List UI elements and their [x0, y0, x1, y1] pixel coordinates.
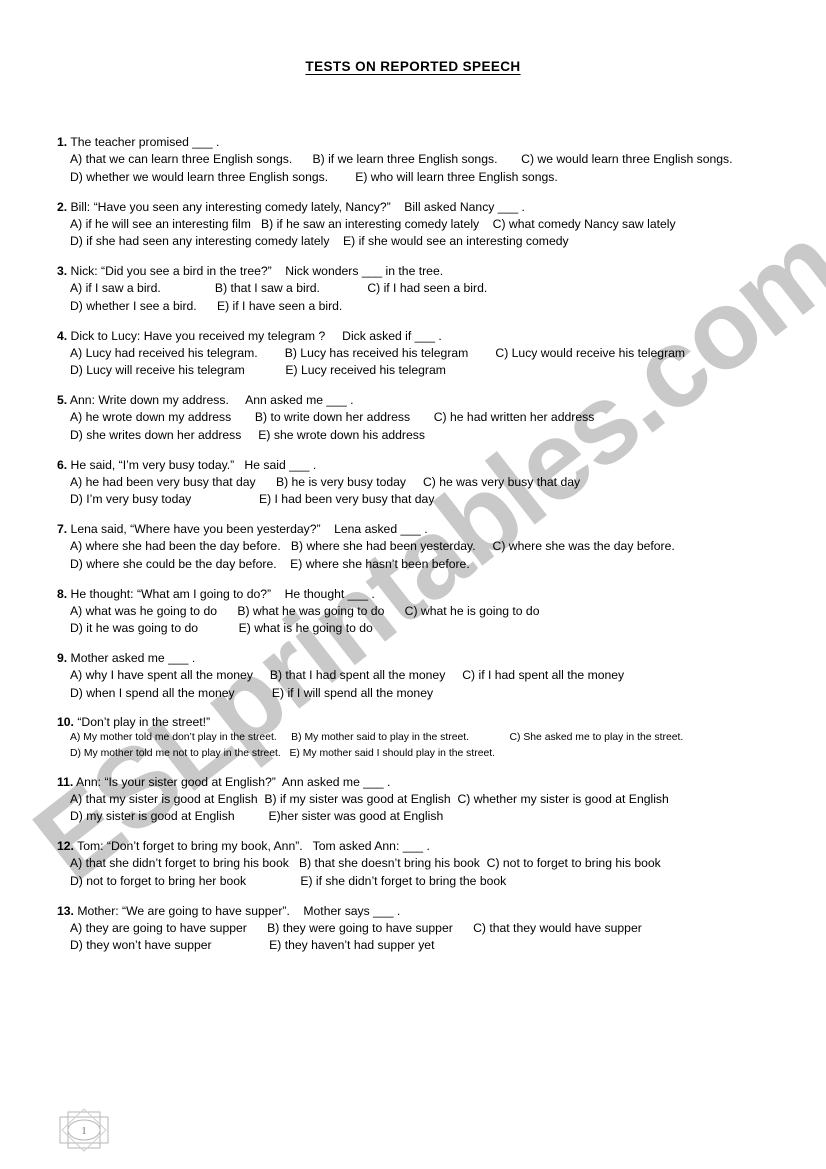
option-line[interactable]: D) it he was going to do E) what is he g… [70, 620, 787, 638]
option-line[interactable]: A) they are going to have supper B) they… [70, 920, 787, 938]
page-number-text: 1 [81, 1125, 87, 1137]
question-number: 2. [57, 199, 68, 214]
question-number: 5. [57, 393, 68, 407]
question-block: 6. He said, “I’m very busy today.” He sa… [57, 457, 787, 509]
option-line[interactable]: D) I’m very busy today E) I had been ver… [70, 491, 787, 509]
question-stem: 5. Ann: Write down my address. Ann asked… [57, 392, 787, 409]
question-number: 12. [57, 839, 74, 853]
option-line[interactable]: D) My mother told me not to play in the … [70, 746, 787, 762]
question-number: 9. [57, 651, 68, 665]
question-number: 3. [57, 264, 68, 278]
question-number: 13. [57, 903, 74, 918]
question-block: 4. Dick to Lucy: Have you received my te… [57, 328, 787, 380]
question-options: A) that she didn’t forget to bring his b… [70, 855, 787, 890]
question-stem-text: Lena said, “Where have you been yesterda… [67, 522, 428, 536]
question-block: 3. Nick: “Did you see a bird in the tree… [57, 263, 787, 315]
question-block: 13. Mother: “We are going to have supper… [57, 903, 787, 955]
option-line[interactable]: D) where she could be the day before. E)… [70, 556, 787, 574]
question-options: A) why I have spent all the money B) tha… [70, 667, 787, 702]
option-line[interactable]: A) he wrote down my address B) to write … [70, 409, 787, 427]
question-block: 11. Ann: “Is your sister good at English… [57, 774, 787, 826]
worksheet-page: ESLprintables.com TESTS ON REPORTED SPEE… [0, 0, 826, 1169]
question-options: A) if he will see an interesting film B)… [70, 216, 787, 251]
option-line[interactable]: A) what was he going to do B) what he wa… [70, 603, 787, 621]
question-options: A) if I saw a bird. B) that I saw a bird… [70, 280, 787, 315]
question-list: 1. The teacher promised ___ . A) that we … [57, 134, 787, 967]
option-line[interactable]: A) where she had been the day before. B)… [70, 538, 787, 556]
option-line[interactable]: A) that my sister is good at English B) … [70, 791, 787, 809]
question-number: 1. [57, 135, 68, 149]
option-line[interactable]: D) Lucy will receive his telegram E) Luc… [70, 362, 787, 380]
question-number: 11. [57, 774, 74, 789]
question-options: A) My mother told me don’t play in the s… [70, 730, 787, 761]
page-title: TESTS ON REPORTED SPEECH [305, 59, 521, 74]
question-block: 1. The teacher promised ___ . A) that we … [57, 134, 787, 186]
option-line[interactable]: D) whether we would learn three English … [70, 169, 787, 187]
question-block: 2. Bill: “Have you seen any interesting … [57, 199, 787, 251]
question-options: A) that my sister is good at English B) … [70, 791, 787, 826]
question-stem: 6. He said, “I’m very busy today.” He sa… [57, 457, 787, 474]
question-stem-text: He thought: “What am I going to do?” He … [67, 586, 375, 601]
question-block: 5. Ann: Write down my address. Ann asked… [57, 392, 787, 444]
question-stem-text: Tom: “Don’t forget to bring my book, Ann… [73, 839, 430, 853]
option-line[interactable]: D) when I spend all the money E) if I wi… [70, 685, 787, 703]
question-number: 4. [57, 328, 68, 343]
option-line[interactable]: D) not to forget to bring her book E) if… [70, 873, 787, 891]
question-stem-text: Mother asked me ___ . [67, 651, 196, 665]
option-line[interactable]: A) Lucy had received his telegram. B) Lu… [70, 345, 787, 363]
option-line[interactable]: D) my sister is good at English E)her si… [70, 808, 787, 826]
question-number: 6. [57, 457, 68, 472]
option-line[interactable]: D) they won’t have supper E) they haven’… [70, 937, 787, 955]
page-title-container: TESTS ON REPORTED SPEECH [0, 58, 826, 76]
question-options: A) he wrote down my address B) to write … [70, 409, 787, 444]
question-stem: 4. Dick to Lucy: Have you received my te… [57, 328, 787, 345]
question-options: A) that we can learn three English songs… [70, 151, 787, 186]
option-line[interactable]: A) if he will see an interesting film B)… [70, 216, 787, 234]
question-block: 8. He thought: “What am I going to do?” … [57, 586, 787, 638]
option-line[interactable]: D) whether I see a bird. E) if I have se… [70, 298, 787, 316]
question-stem-text: “Don’t play in the street!” [73, 714, 211, 729]
question-stem-text: Bill: “Have you seen any interesting com… [67, 199, 525, 214]
question-stem: 7. Lena said, “Where have you been yeste… [57, 521, 787, 538]
question-stem-text: The teacher promised ___ . [67, 135, 220, 149]
question-block: 9. Mother asked me ___ . A) why I have sp… [57, 650, 787, 702]
question-stem: 2. Bill: “Have you seen any interesting … [57, 199, 787, 216]
question-stem: 8. He thought: “What am I going to do?” … [57, 586, 787, 603]
question-options: A) where she had been the day before. B)… [70, 538, 787, 573]
question-number: 8. [57, 586, 68, 601]
question-number: 7. [57, 522, 68, 536]
page-number-badge: 1 [58, 1107, 110, 1153]
question-stem: 12. Tom: “Don’t forget to bring my book,… [57, 838, 787, 855]
question-stem-text: Ann: “Is your sister good at English?” A… [73, 774, 391, 789]
option-line[interactable]: A) that we can learn three English songs… [70, 151, 787, 169]
option-line[interactable]: A) that she didn’t forget to bring his b… [70, 855, 787, 873]
question-stem: 10. “Don’t play in the street!” [57, 715, 787, 731]
question-stem-text: Nick: “Did you see a bird in the tree?” … [67, 264, 444, 278]
question-block: 10. “Don’t play in the street!” A) My mot… [57, 715, 787, 762]
question-options: A) what was he going to do B) what he wa… [70, 603, 787, 638]
option-line[interactable]: A) My mother told me don’t play in the s… [70, 730, 787, 746]
question-stem: 1. The teacher promised ___ . [57, 134, 787, 151]
question-options: A) they are going to have supper B) they… [70, 920, 787, 955]
question-stem-text: Ann: Write down my address. Ann asked me… [67, 393, 354, 407]
question-options: A) he had been very busy that day B) he … [70, 474, 787, 509]
question-stem: 9. Mother asked me ___ . [57, 650, 787, 667]
option-line[interactable]: D) she writes down her address E) she wr… [70, 427, 787, 445]
question-stem-text: He said, “I’m very busy today.” He said … [67, 457, 317, 472]
question-stem: 11. Ann: “Is your sister good at English… [57, 774, 787, 791]
question-block: 12. Tom: “Don’t forget to bring my book,… [57, 838, 787, 890]
question-number: 10. [57, 714, 74, 729]
option-line[interactable]: A) he had been very busy that day B) he … [70, 474, 787, 492]
question-stem-text: Mother: “We are going to have supper”. M… [73, 903, 401, 918]
question-stem-text: Dick to Lucy: Have you received my teleg… [67, 328, 442, 343]
option-line[interactable]: A) why I have spent all the money B) tha… [70, 667, 787, 685]
option-line[interactable]: D) if she had seen any interesting comed… [70, 233, 787, 251]
question-stem: 13. Mother: “We are going to have supper… [57, 903, 787, 920]
question-block: 7. Lena said, “Where have you been yeste… [57, 521, 787, 573]
option-line[interactable]: A) if I saw a bird. B) that I saw a bird… [70, 280, 787, 298]
question-options: A) Lucy had received his telegram. B) Lu… [70, 345, 787, 380]
question-stem: 3. Nick: “Did you see a bird in the tree… [57, 263, 787, 280]
